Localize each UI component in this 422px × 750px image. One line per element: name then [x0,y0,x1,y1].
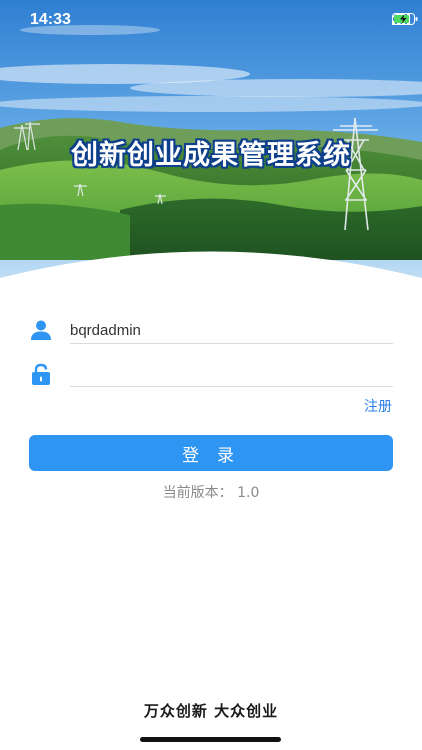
home-indicator[interactable] [140,737,281,742]
hero-banner: 14:33 创新创业成果管理系统 [0,0,422,300]
username-input[interactable] [70,316,393,344]
register-link[interactable]: 注册 [364,396,392,416]
password-input[interactable] [70,359,393,387]
login-button[interactable]: 登录 [29,435,393,471]
password-underline [70,386,393,387]
footer-slogan: 万众创新 大众创业 [143,702,279,720]
app-title: 创新创业成果管理系统 [71,140,351,171]
lock-icon [30,363,52,385]
status-bar: 14:33 [0,0,422,44]
status-time: 14:33 [30,11,71,28]
user-icon [30,319,52,341]
username-underline [70,343,393,344]
version-text: 当前版本： 1.0 [162,485,260,501]
